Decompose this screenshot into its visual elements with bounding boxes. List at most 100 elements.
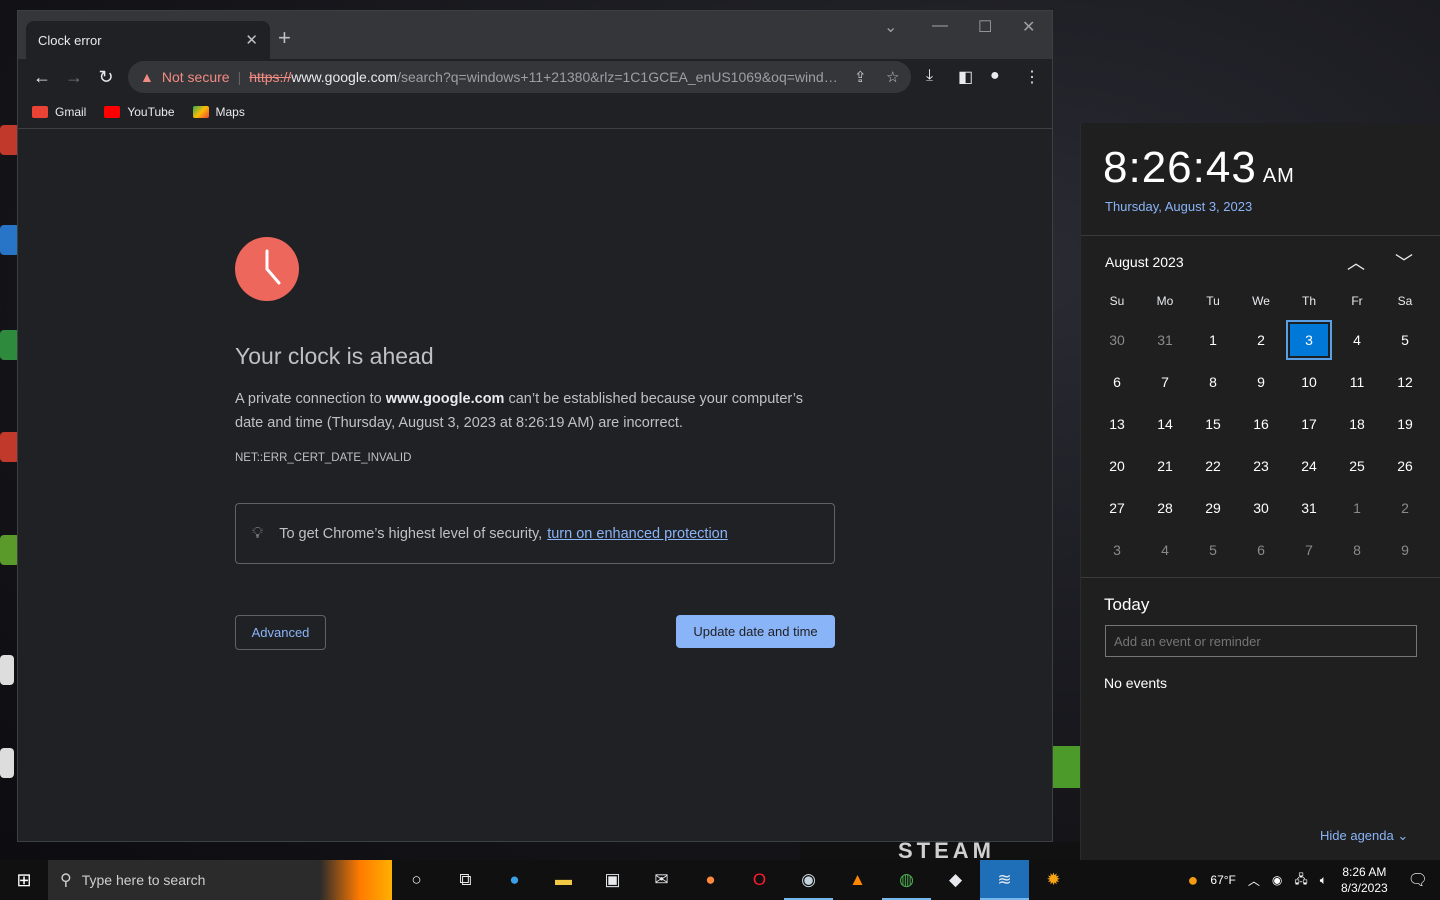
calendar-day[interactable]: 8: [1336, 532, 1378, 568]
calendar-day[interactable]: 4: [1144, 532, 1186, 568]
steam-icon[interactable]: ◉: [784, 860, 833, 900]
month-label[interactable]: August 2023: [1105, 254, 1184, 270]
calendar-day[interactable]: 2: [1384, 490, 1426, 526]
long-date-link[interactable]: Thursday, August 3, 2023: [1105, 199, 1252, 214]
calendar-day[interactable]: 3: [1096, 532, 1138, 568]
microsoft-store-icon[interactable]: ▣: [588, 860, 637, 900]
app-icon[interactable]: ◆: [931, 860, 980, 900]
next-month-chevron-down-icon[interactable]: ﹀: [1395, 249, 1413, 275]
calendar-day[interactable]: 24: [1288, 448, 1330, 484]
calendar-day[interactable]: 8: [1192, 364, 1234, 400]
close-window-button[interactable]: ✕: [1022, 17, 1035, 37]
forward-button[interactable]: →: [58, 67, 90, 88]
calendar-day[interactable]: 9: [1240, 364, 1282, 400]
calendar-day[interactable]: 7: [1144, 364, 1186, 400]
mail-icon[interactable]: ✉: [637, 860, 686, 900]
taskbar-search-box[interactable]: ⚲ Type here to search: [48, 860, 392, 900]
calendar-day[interactable]: 16: [1240, 406, 1282, 442]
hide-agenda-link[interactable]: Hide agenda ⌄: [1320, 828, 1408, 844]
opera-icon[interactable]: O: [735, 860, 784, 900]
back-button[interactable]: ←: [26, 67, 58, 88]
calendar-day[interactable]: 20: [1096, 448, 1138, 484]
network-icon[interactable]: 🖧︎: [1294, 870, 1307, 891]
calendar-day[interactable]: 25: [1336, 448, 1378, 484]
calendar-day[interactable]: 28: [1144, 490, 1186, 526]
tab-search-icon[interactable]: ⌄: [884, 17, 897, 37]
calendar-day[interactable]: 31: [1144, 322, 1186, 358]
calendar-day[interactable]: 12: [1384, 364, 1426, 400]
game-icon[interactable]: ✹: [1029, 860, 1078, 900]
calendar-day[interactable]: 22: [1192, 448, 1234, 484]
calendar-day[interactable]: 29: [1192, 490, 1234, 526]
add-event-input[interactable]: [1105, 625, 1417, 657]
calendar-day[interactable]: 6: [1096, 364, 1138, 400]
location-icon[interactable]: ◉: [1272, 873, 1282, 887]
bookmark-maps[interactable]: Maps: [192, 105, 245, 119]
calendar-day[interactable]: 2: [1240, 322, 1282, 358]
calendar-day[interactable]: 19: [1384, 406, 1426, 442]
calendar-day[interactable]: 26: [1384, 448, 1426, 484]
weather-temp[interactable]: 67°F: [1210, 873, 1235, 887]
warning-icon[interactable]: ▲: [140, 69, 154, 85]
reload-button[interactable]: ↻: [90, 67, 122, 88]
chrome-icon[interactable]: ◍: [882, 860, 931, 900]
calendar-day[interactable]: 1: [1192, 322, 1234, 358]
weather-icon[interactable]: ●: [1188, 870, 1199, 891]
task-view-icon[interactable]: ⧉: [441, 860, 490, 900]
calendar-day[interactable]: 3: [1286, 320, 1332, 360]
calendar-day[interactable]: 21: [1144, 448, 1186, 484]
notification-center-icon[interactable]: 🗨︎: [1408, 870, 1428, 890]
edge-icon[interactable]: ●: [490, 860, 539, 900]
tab-close-icon[interactable]: ✕: [245, 31, 258, 49]
calendar-day[interactable]: 18: [1336, 406, 1378, 442]
download-icon[interactable]: ⤓: [926, 67, 933, 85]
profile-icon[interactable]: ●: [990, 67, 1000, 85]
calendar-day[interactable]: 13: [1096, 406, 1138, 442]
menu-icon[interactable]: ⋮: [1024, 67, 1040, 87]
vlc-icon[interactable]: ▲: [833, 860, 882, 900]
calendar-day[interactable]: 10: [1288, 364, 1330, 400]
calendar-day[interactable]: 5: [1192, 532, 1234, 568]
calendar-day[interactable]: 27: [1096, 490, 1138, 526]
advanced-button[interactable]: Advanced: [235, 615, 326, 650]
bookmark-gmail[interactable]: Gmail: [32, 105, 86, 119]
firefox-icon[interactable]: ●: [686, 860, 735, 900]
desktop-icon[interactable]: [0, 748, 14, 778]
minimize-button[interactable]: —: [932, 17, 948, 35]
enhanced-protection-link[interactable]: turn on enhanced protection: [547, 526, 728, 542]
show-hidden-icons-chevron-icon[interactable]: ︿: [1248, 872, 1260, 889]
update-date-time-button[interactable]: Update date and time: [676, 615, 835, 648]
desktop-icon[interactable]: [0, 655, 14, 685]
new-tab-button[interactable]: +: [278, 25, 291, 51]
side-panel-icon[interactable]: ◧: [958, 67, 973, 87]
not-secure-label[interactable]: Not secure: [162, 69, 230, 85]
start-windows-icon[interactable]: ⊞: [0, 870, 48, 891]
calendar-day[interactable]: 30: [1240, 490, 1282, 526]
calendar-day[interactable]: 5: [1384, 322, 1426, 358]
app-window-icon[interactable]: ≋: [980, 860, 1029, 900]
calendar-day[interactable]: 23: [1240, 448, 1282, 484]
previous-month-chevron-up-icon[interactable]: ︿: [1347, 249, 1365, 275]
calendar-day[interactable]: 4: [1336, 322, 1378, 358]
cortana-icon[interactable]: ○: [392, 860, 441, 900]
taskbar-clock[interactable]: 8:26 AM 8/3/2023: [1341, 864, 1388, 896]
volume-muted-icon[interactable]: 🔈︎: [1320, 873, 1327, 888]
calendar-day[interactable]: 30: [1096, 322, 1138, 358]
browser-tab[interactable]: Clock error ✕: [26, 21, 270, 59]
calendar-day[interactable]: 9: [1384, 532, 1426, 568]
calendar-day[interactable]: 7: [1288, 532, 1330, 568]
calendar-day[interactable]: 15: [1192, 406, 1234, 442]
calendar-day[interactable]: 14: [1144, 406, 1186, 442]
file-explorer-icon[interactable]: ▬: [539, 860, 588, 900]
calendar-day[interactable]: 6: [1240, 532, 1282, 568]
calendar-day[interactable]: 11: [1336, 364, 1378, 400]
calendar-day[interactable]: 17: [1288, 406, 1330, 442]
address-bar[interactable]: ▲ Not secure | https:// www.google.com /…: [128, 61, 911, 93]
bookmark-star-icon[interactable]: ☆: [886, 68, 899, 86]
maximize-button[interactable]: ☐: [978, 17, 992, 37]
share-icon[interactable]: ⇪: [854, 68, 867, 86]
calendar-day[interactable]: 31: [1288, 490, 1330, 526]
bookmark-youtube[interactable]: YouTube: [104, 105, 175, 119]
calendar-week: 6 7 8 9 10 11 12: [1093, 361, 1429, 403]
calendar-day[interactable]: 1: [1336, 490, 1378, 526]
